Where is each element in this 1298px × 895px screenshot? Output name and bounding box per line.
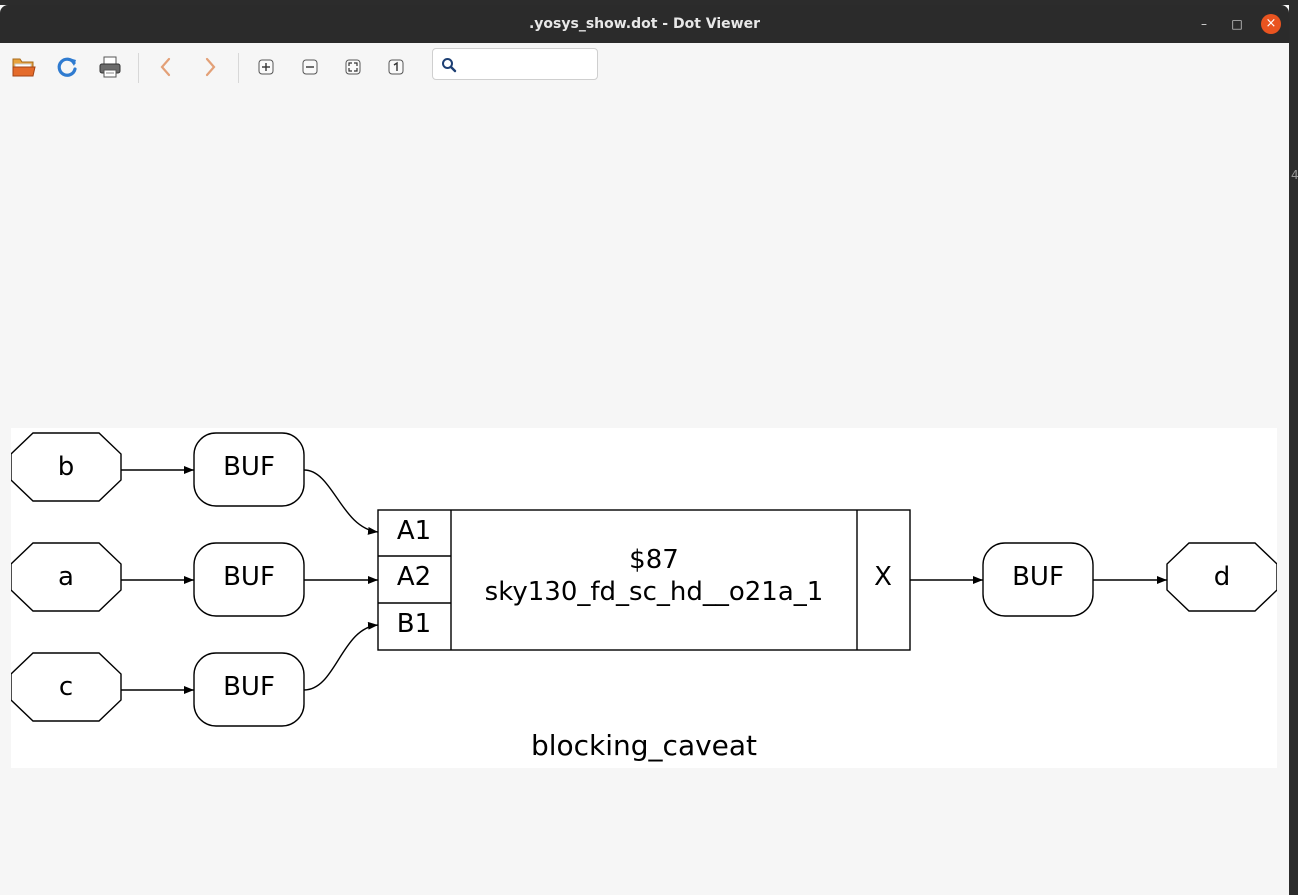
output-port-d[interactable]: d [1166, 542, 1277, 612]
graph-canvas[interactable]: b a c BUF BUF BUF A1 A2 B1 $87 sky130_fd… [11, 428, 1277, 768]
print-button[interactable] [94, 51, 126, 83]
input-port-a[interactable]: a [11, 542, 122, 612]
buffer-node[interactable]: BUF [193, 542, 305, 617]
zoom-100-button[interactable] [380, 51, 412, 83]
zoom-out-icon [302, 59, 318, 75]
forward-button[interactable] [194, 51, 226, 83]
maximize-button[interactable]: □ [1227, 14, 1247, 34]
search-box[interactable] [432, 48, 598, 80]
cell-port-a1: A1 [397, 516, 431, 546]
buffer-label: BUF [1012, 562, 1064, 592]
buffer-label: BUF [223, 452, 275, 482]
output-port-label: d [1214, 562, 1231, 592]
cell-type: sky130_fd_sc_hd__o21a_1 [485, 577, 824, 607]
zoom-in-button[interactable] [250, 51, 282, 83]
input-port-c[interactable]: c [11, 652, 122, 722]
cell-port-b1: B1 [397, 609, 431, 639]
zoom-out-button[interactable] [294, 51, 326, 83]
cell-node[interactable]: A1 A2 B1 $87 sky130_fd_sc_hd__o21a_1 X [377, 509, 911, 651]
title-bar: .yosys_show.dot - Dot Viewer – □ × [0, 5, 1289, 43]
dot-viewer-window: .yosys_show.dot - Dot Viewer – □ × b a c… [0, 5, 1289, 895]
forward-icon [205, 57, 216, 77]
zoom-in-icon [258, 59, 274, 75]
zoom-fit-icon [345, 59, 361, 75]
toolbar-separator [238, 53, 239, 83]
search-icon [442, 58, 457, 73]
open-button[interactable] [8, 51, 40, 83]
cell-port-a2: A2 [397, 562, 431, 592]
back-icon [160, 57, 171, 77]
reload-icon [57, 57, 77, 77]
search-input[interactable] [461, 53, 595, 77]
print-icon [99, 56, 121, 78]
minimize-button[interactable]: – [1194, 14, 1214, 34]
cell-port-x: X [874, 562, 892, 592]
toolbar-separator [138, 53, 139, 83]
window-title: .yosys_show.dot - Dot Viewer [528, 16, 761, 32]
close-button[interactable]: × [1261, 14, 1281, 34]
buffer-node[interactable]: BUF [193, 652, 305, 727]
edge [303, 621, 379, 691]
input-port-label: a [58, 562, 74, 592]
buffer-node[interactable]: BUF [193, 432, 305, 507]
side-text: 4 [1291, 168, 1298, 182]
open-icon [12, 58, 36, 77]
netlist-graph: b a c BUF BUF BUF A1 A2 B1 $87 sky130_fd… [11, 432, 1277, 762]
buffer-label: BUF [223, 562, 275, 592]
toolbar [0, 43, 1289, 91]
input-port-b[interactable]: b [11, 432, 122, 502]
input-port-label: b [58, 452, 75, 482]
zoom-fit-button[interactable] [337, 51, 369, 83]
edge [303, 469, 379, 535]
back-button[interactable] [150, 51, 182, 83]
input-port-label: c [59, 672, 73, 702]
buffer-label: BUF [223, 672, 275, 702]
graph-label: blocking_caveat [531, 729, 757, 762]
reload-button[interactable] [51, 51, 83, 83]
cell-id: $87 [629, 545, 679, 575]
zoom-100-icon [388, 59, 404, 75]
buffer-node[interactable]: BUF [982, 542, 1094, 617]
